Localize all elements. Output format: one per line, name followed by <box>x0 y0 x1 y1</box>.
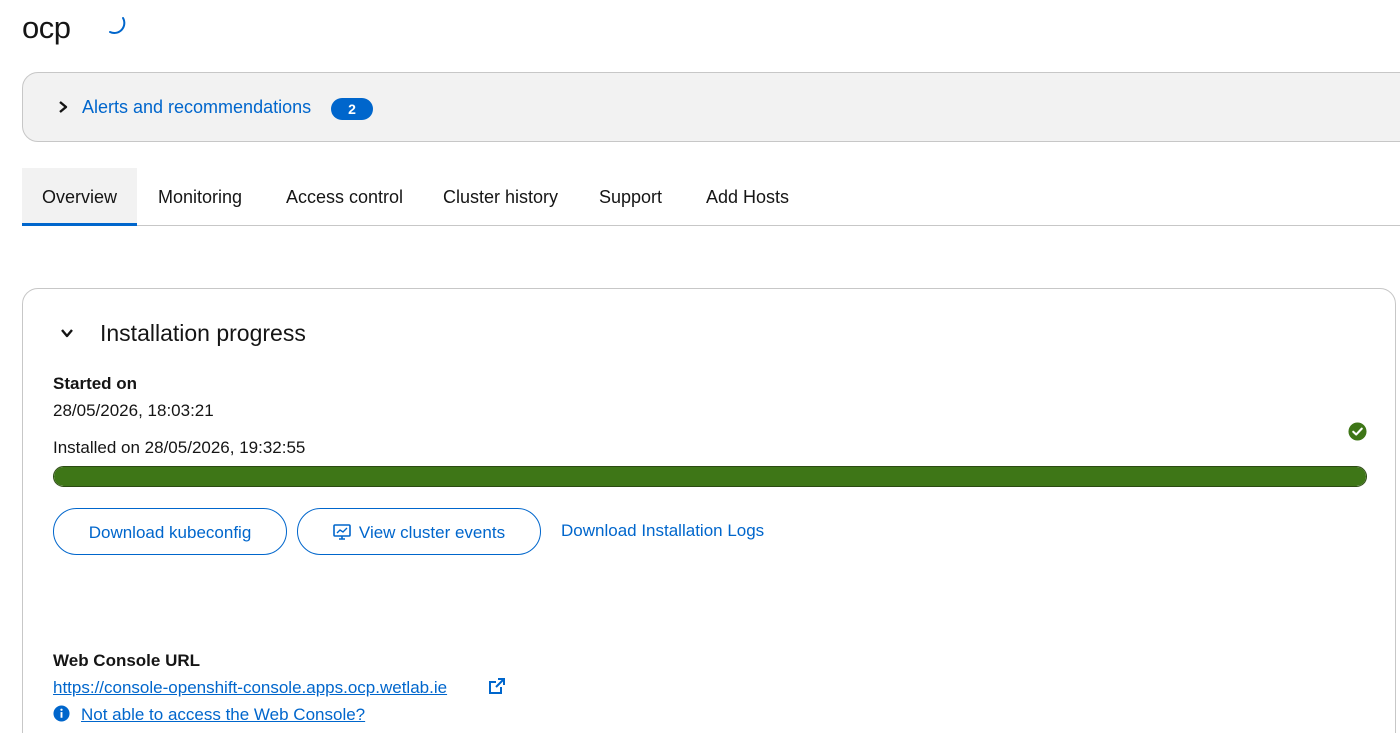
tab-add-hosts[interactable]: Add Hosts <box>686 168 809 225</box>
started-on-value: 28/05/2026, 18:03:21 <box>53 401 214 420</box>
view-cluster-events-label: View cluster events <box>358 523 506 542</box>
alerts-toggle-link[interactable]: Alerts and recommendations <box>82 97 311 118</box>
tab-cluster-history[interactable]: Cluster history <box>423 168 578 225</box>
alerts-bar: Alerts and recommendations 2 <box>22 72 1400 142</box>
started-on-label: Started on <box>53 374 138 393</box>
loading-spinner-icon <box>109 17 126 34</box>
web-console-url-link[interactable]: https://console-openshift-console.apps.o… <box>53 678 447 698</box>
installation-progress-bar <box>53 466 1367 487</box>
installed-on-text: Installed on 28/05/2026, 19:32:55 <box>53 438 306 457</box>
progress-bar-fill <box>54 467 1366 486</box>
cluster-details-page: ocp Alerts and recommendations 2 Overvie… <box>0 0 1400 733</box>
check-circle-icon <box>1348 422 1367 441</box>
info-circle-icon <box>53 705 70 722</box>
card-title: Installation progress <box>100 320 306 346</box>
download-kubeconfig-label: Download kubeconfig <box>88 523 252 542</box>
cluster-tabs: Overview Monitoring Access control Clust… <box>22 168 1400 226</box>
chevron-right-icon[interactable] <box>55 99 71 115</box>
monitor-icon <box>333 524 351 540</box>
chevron-down-icon[interactable] <box>59 325 75 341</box>
tab-monitoring[interactable]: Monitoring <box>138 168 262 225</box>
web-console-help-link[interactable]: Not able to access the Web Console? <box>81 705 365 725</box>
tab-overview[interactable]: Overview <box>22 168 137 226</box>
web-console-url-label: Web Console URL <box>53 651 201 670</box>
installation-progress-card: Installation progress Started on 28/05/2… <box>22 288 1396 733</box>
external-link-icon[interactable] <box>488 677 506 695</box>
alerts-count-badge: 2 <box>331 98 373 120</box>
tab-support[interactable]: Support <box>579 168 682 225</box>
tab-access-control[interactable]: Access control <box>266 168 423 225</box>
download-kubeconfig-button[interactable]: Download kubeconfig <box>53 508 287 555</box>
view-cluster-events-button[interactable]: View cluster events <box>297 508 541 555</box>
page-title: ocp <box>22 10 71 45</box>
download-installation-logs-link[interactable]: Download Installation Logs <box>561 521 764 541</box>
